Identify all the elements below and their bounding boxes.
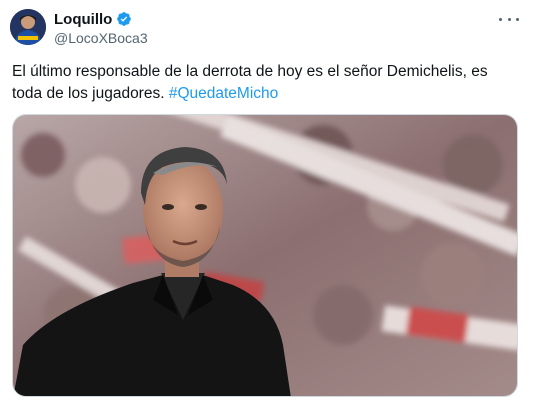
tweet-text: El último responsable de la derrota de h… [12,61,522,105]
more-options-icon[interactable] [499,14,519,24]
display-name[interactable]: Loquillo [54,11,112,28]
avatar[interactable] [10,9,46,45]
author-name-row[interactable]: Loquillo [54,10,132,28]
tweet-photo[interactable] [12,114,518,397]
photo-image [13,115,517,396]
author-handle[interactable]: @LocoXBoca3 [54,30,148,46]
tweet-card: Loquillo @LocoXBoca3 El último responsab… [0,0,537,411]
hashtag-link[interactable]: #QuedateMicho [169,85,278,102]
verified-badge-icon [117,12,132,26]
avatar-icon [10,9,46,45]
